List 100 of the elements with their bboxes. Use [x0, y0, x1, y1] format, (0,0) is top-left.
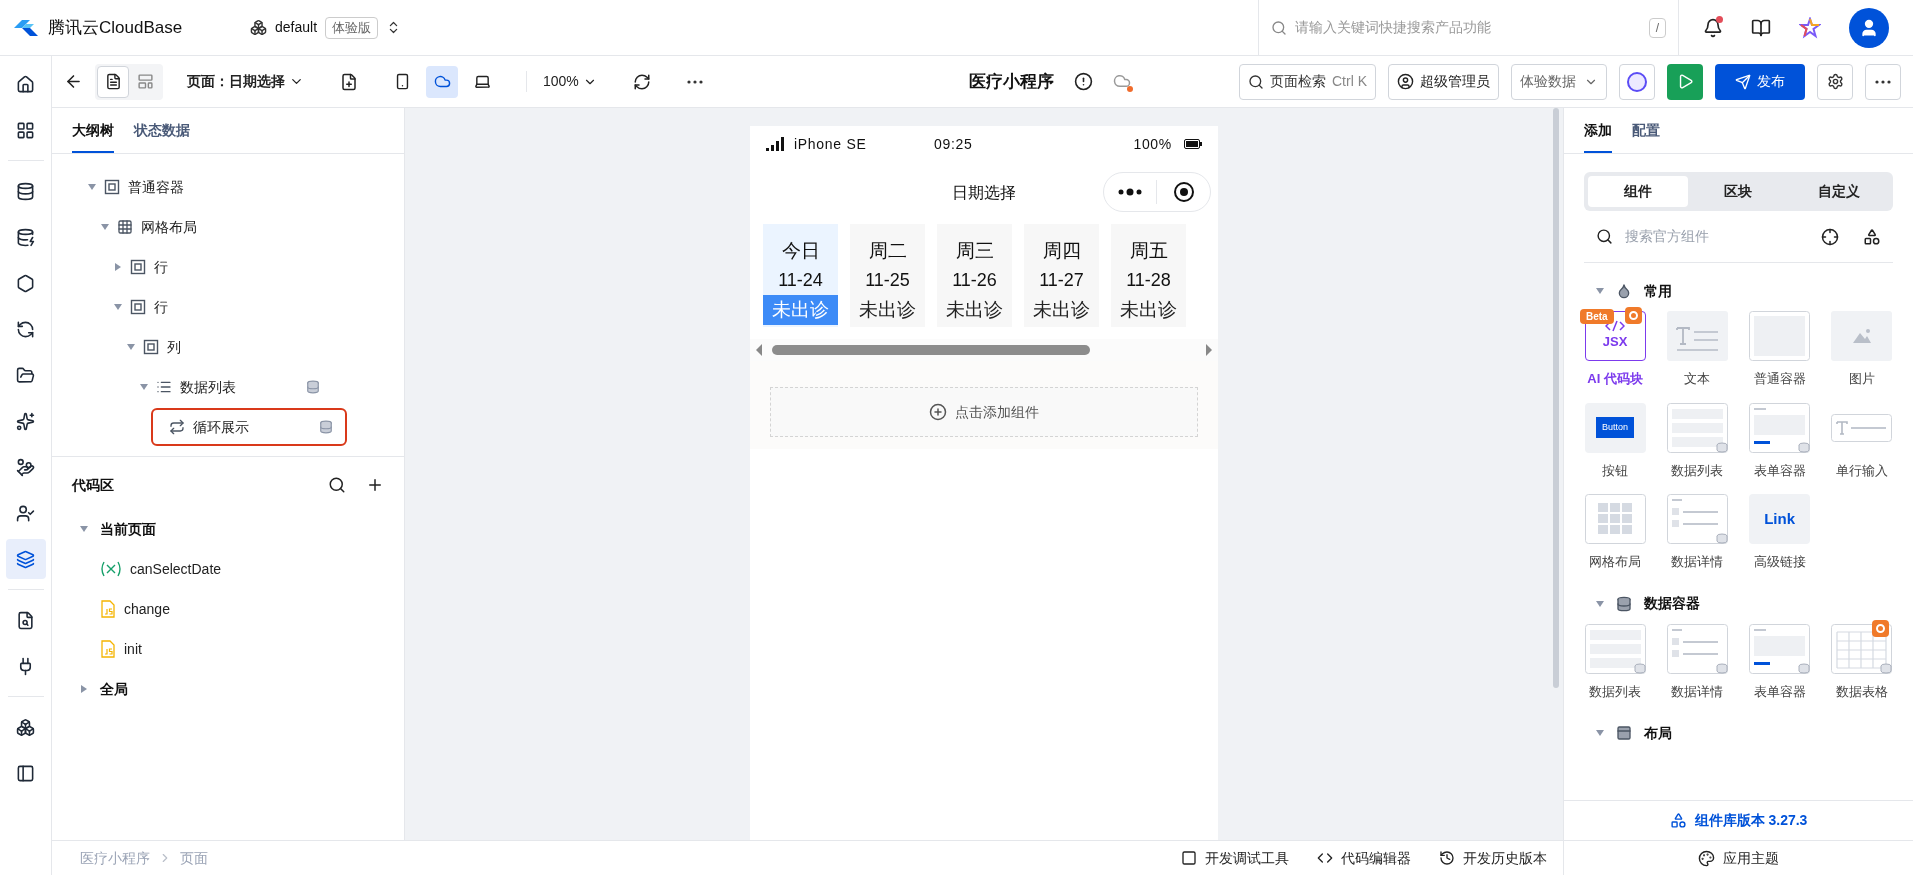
section-title: 代码区	[72, 475, 114, 495]
date: 11-28	[1126, 269, 1171, 292]
section-header[interactable]: 常用	[1584, 271, 1893, 311]
close-icon	[1173, 181, 1195, 203]
variable-icon	[100, 561, 122, 577]
component-tile[interactable]: 普通容器	[1748, 311, 1811, 389]
component-tile[interactable]: 数据详情	[1666, 623, 1729, 701]
tree-item[interactable]: 普通容器	[86, 168, 282, 206]
caret-icon[interactable]	[140, 383, 148, 391]
avatar[interactable]	[1849, 7, 1889, 48]
alert-icon[interactable]	[1073, 72, 1093, 91]
add-page-icon[interactable]	[340, 72, 358, 91]
star-icon[interactable]	[1799, 16, 1821, 39]
horizontal-scrollbar[interactable]	[750, 339, 1218, 361]
panel-tab[interactable]: 配置	[1632, 120, 1660, 153]
code-item[interactable]: change	[52, 589, 404, 629]
data-mode-select[interactable]: 体验数据	[1511, 63, 1607, 100]
run-button[interactable]	[1667, 63, 1703, 100]
environment-name[interactable]: default	[275, 17, 318, 38]
component-tile[interactable]: Link 高级链接	[1748, 494, 1811, 572]
page-selector[interactable]: 页面：日期选择	[187, 71, 304, 92]
caret-icon[interactable]	[114, 303, 122, 311]
assistant-button[interactable]	[1619, 63, 1655, 100]
search-field[interactable]: 请输入关键词快捷搜索产品功能	[1295, 17, 1641, 38]
caret-icon[interactable]	[1596, 599, 1604, 608]
component-tile[interactable]: 表单容器	[1748, 623, 1811, 701]
layers-button[interactable]	[5, 539, 46, 579]
add-component-button[interactable]: 点击添加组件	[770, 387, 1198, 437]
date-card[interactable]: 今日 11-24 未出诊	[763, 224, 838, 327]
scroll-left-icon[interactable]	[756, 344, 762, 356]
component-tile[interactable]: 文本	[1666, 311, 1729, 389]
caret-icon[interactable]	[80, 685, 88, 693]
code-group[interactable]: 当前页面	[52, 509, 404, 549]
tree-item[interactable]: 网格布局	[99, 208, 295, 246]
battery-icon	[1184, 139, 1202, 149]
caret-icon[interactable]	[88, 183, 96, 191]
book-icon[interactable]	[1751, 17, 1771, 38]
date-card[interactable]: 周四 11-27 未出诊	[1024, 224, 1099, 327]
tool-button[interactable]: 开发调试工具	[1181, 847, 1289, 869]
role-button[interactable]: 超级管理员	[1388, 63, 1499, 100]
battery-level: 100%	[1133, 134, 1172, 154]
date-card[interactable]: 周五 11-28 未出诊	[1111, 224, 1186, 327]
locate-icon[interactable]	[1821, 227, 1839, 246]
section-header[interactable]: 数据容器	[1584, 583, 1893, 624]
date: 11-25	[865, 269, 910, 292]
caret-icon[interactable]	[101, 223, 109, 231]
settings-button[interactable]	[1817, 63, 1853, 100]
code-group[interactable]: 全局	[52, 669, 404, 709]
caret-icon[interactable]	[114, 263, 122, 271]
view-toggle[interactable]	[97, 65, 129, 98]
hexagon-icon	[16, 273, 35, 293]
component-tile[interactable]: 表单容器	[1748, 402, 1811, 480]
database-icon	[1616, 595, 1632, 612]
zoom-selector[interactable]: 100%	[526, 71, 597, 92]
date-card[interactable]: 周三 11-26 未出诊	[937, 224, 1012, 327]
component-tile[interactable]: 数据详情	[1666, 494, 1729, 572]
component-tile[interactable]: Button 按钮	[1584, 402, 1647, 480]
component-tile[interactable]: 数据列表	[1584, 623, 1647, 701]
segment-tab[interactable]: 区块	[1688, 176, 1789, 207]
search-field[interactable]: 搜索官方组件	[1625, 226, 1809, 247]
loop-icon	[169, 419, 185, 435]
panel-tab[interactable]: 状态数据	[134, 120, 190, 153]
component-tile[interactable]: 网格布局	[1584, 494, 1647, 572]
tree-item[interactable]: 循环展示	[151, 408, 347, 446]
caret-icon[interactable]	[1596, 287, 1604, 295]
component-tile[interactable]: 数据表格	[1830, 623, 1893, 701]
caret-icon[interactable]	[1596, 729, 1604, 737]
tree-item[interactable]: 列	[125, 328, 321, 366]
date-card[interactable]: 周二 11-25 未出诊	[850, 224, 925, 327]
date: 11-24	[778, 269, 823, 292]
tree-item[interactable]: 数据列表	[138, 368, 334, 406]
publish-button[interactable]: 发布	[1715, 63, 1805, 100]
page-search-button[interactable]: 页面检索 Ctrl K	[1239, 63, 1376, 100]
add-icon[interactable]	[366, 476, 384, 494]
component-tile[interactable]: 数据列表	[1666, 402, 1729, 480]
code-item[interactable]: canSelectDate	[52, 549, 404, 589]
shapes-icon[interactable]	[1863, 227, 1881, 246]
panel-tab[interactable]: 大纲树	[72, 120, 114, 153]
tree-item[interactable]: 行	[112, 288, 308, 326]
more-icon[interactable]	[686, 79, 703, 84]
back-icon[interactable]	[64, 72, 83, 91]
component-tile[interactable]: 图片	[1830, 311, 1893, 389]
code-item[interactable]: init	[52, 629, 404, 669]
tree-item[interactable]: 行	[112, 248, 308, 286]
theme-button[interactable]: 应用主题	[1698, 847, 1779, 869]
section-header[interactable]: 布局	[1584, 713, 1893, 753]
segment-tab[interactable]: 自定义	[1788, 176, 1889, 207]
shortcut-key: /	[1648, 17, 1666, 38]
scroll-right-icon[interactable]	[1206, 344, 1212, 356]
search-icon[interactable]	[328, 476, 346, 494]
panel-tab[interactable]: 添加	[1584, 120, 1612, 153]
caret-icon[interactable]	[127, 343, 135, 351]
device-toggle[interactable]	[426, 65, 458, 98]
refresh-icon[interactable]	[632, 72, 651, 91]
tool-button[interactable]: 代码编辑器	[1317, 847, 1411, 869]
caret-icon[interactable]	[80, 525, 88, 533]
tool-button[interactable]: 开发历史版本	[1439, 847, 1547, 869]
component-tile[interactable]: 单行输入	[1830, 402, 1893, 480]
segment-tab[interactable]: 组件	[1588, 176, 1689, 207]
notifications-button[interactable]	[1703, 17, 1723, 38]
